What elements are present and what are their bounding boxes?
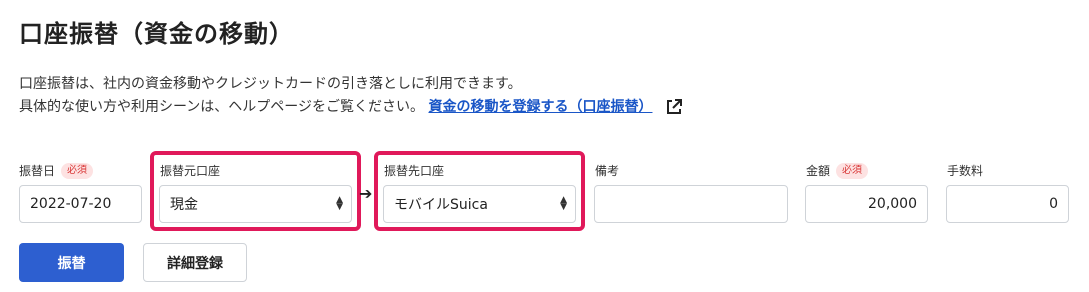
required-badge: 必須 <box>61 162 94 179</box>
description-line-2: 具体的な使い方や利用シーンは、ヘルプページをご覧ください。 資金の移動を登録する… <box>19 96 683 119</box>
description-line-2-text: 具体的な使い方や利用シーンは、ヘルプページをご覧ください。 <box>19 99 425 115</box>
memo-input[interactable] <box>594 185 788 223</box>
to-account-select[interactable]: モバイルSuica ▲ ▼ <box>383 185 576 223</box>
transfer-date-label: 振替日 必須 <box>19 162 94 179</box>
amount-label: 金額 必須 <box>806 162 869 179</box>
transfer-date-input[interactable]: 2022-07-20 <box>19 185 142 223</box>
page-title: 口座振替（資金の移動） <box>19 20 294 48</box>
description-line-1: 口座振替は、社内の資金移動やクレジットカードの引き落としに利用できます。 <box>19 76 522 92</box>
arrow-right-icon: ➔ <box>359 184 373 203</box>
help-link[interactable]: 資金の移動を登録する（口座振替） <box>428 99 652 115</box>
required-badge: 必須 <box>836 162 869 179</box>
from-account-select[interactable]: 現金 ▲ ▼ <box>159 185 352 223</box>
page-description: 口座振替は、社内の資金移動やクレジットカードの引き落としに利用できます。 具体的… <box>19 73 683 119</box>
detail-register-button[interactable]: 詳細登録 <box>143 243 247 282</box>
select-arrows-icon: ▲ ▼ <box>560 195 567 212</box>
to-account-label: 振替先口座 <box>384 164 445 178</box>
fee-input[interactable]: 0 <box>946 185 1069 223</box>
transfer-submit-button[interactable]: 振替 <box>19 243 124 282</box>
from-account-label: 振替元口座 <box>160 164 221 178</box>
select-arrows-icon: ▲ ▼ <box>336 195 343 212</box>
amount-input[interactable]: 20,000 <box>805 185 928 223</box>
fee-label: 手数料 <box>947 164 984 178</box>
memo-label: 備考 <box>595 164 620 178</box>
external-link-icon[interactable] <box>665 98 683 116</box>
